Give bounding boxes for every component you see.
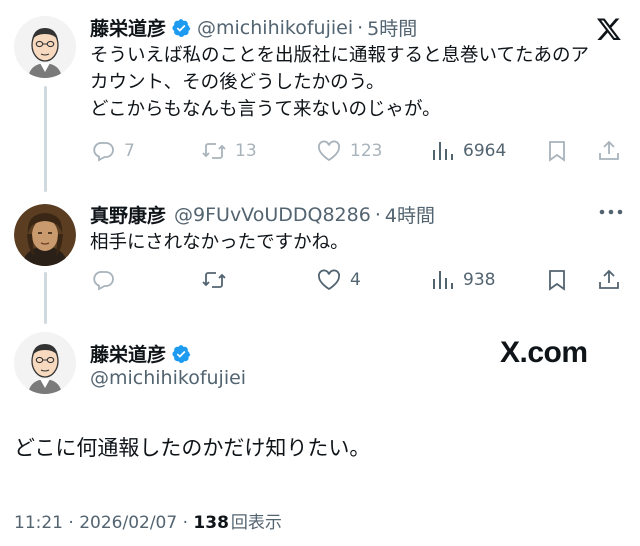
x-com-watermark: X.com <box>500 336 588 370</box>
tweet2-header: 真野康彦 @9FUvVoUDDQ8286 · 4時間 <box>90 201 435 228</box>
bookmark-icon <box>549 270 565 291</box>
tweet2-retweet-button[interactable] <box>201 268 227 292</box>
thread-line-2 <box>44 272 47 324</box>
tweet2-like-count: 4 <box>350 270 361 290</box>
more-options-icon[interactable] <box>598 203 624 221</box>
reply-icon <box>93 271 114 291</box>
tweet1-text: そういえば私のことを出版社に通報すると息巻いてたあのア カウント、その後どうした… <box>90 42 635 123</box>
tweet1-handle[interactable]: @michihikofujiei <box>197 17 353 39</box>
quote-display-name[interactable]: 藤栄道彦 <box>90 340 166 367</box>
tweet2-display-name[interactable]: 真野康彦 <box>90 201 166 228</box>
verified-badge-icon <box>172 18 191 37</box>
tweet2-handle[interactable]: @9FUvVoUDDQ8286 <box>174 204 371 226</box>
tweet2-separator: · <box>374 203 381 226</box>
tweet1-share-button[interactable] <box>597 139 621 163</box>
retweet-icon <box>202 272 226 288</box>
quote-view-label: 回表示 <box>230 513 282 533</box>
quote-handle[interactable]: @michihikofujiei <box>90 367 246 389</box>
tweet2-share-button[interactable] <box>597 268 621 292</box>
share-icon <box>599 269 619 289</box>
avatar-fujiei-main[interactable] <box>14 332 76 394</box>
tweet1-reply-button[interactable]: 7 <box>92 139 135 163</box>
tweet1-time[interactable]: 5時間 <box>367 14 417 41</box>
tweet2-text: 相手にされなかったですかね。 <box>90 232 349 253</box>
x-com-text: X.com <box>500 336 588 369</box>
quote-text: どこに何通報したのかだけ知りたい。 <box>14 436 371 460</box>
tweet2-like-button[interactable]: 4 <box>316 268 361 292</box>
tweet1-reply-count: 7 <box>124 141 135 161</box>
tweet1-line-2: カウント、その後どうしたかのう。 <box>90 72 385 93</box>
x-logo-icon[interactable] <box>596 16 622 42</box>
tweet1-like-count: 123 <box>350 141 383 161</box>
avatar-mano[interactable] <box>14 204 76 266</box>
tweet1-bookmark-button[interactable] <box>546 139 568 163</box>
tweet1-retweet-button[interactable]: 13 <box>201 139 257 163</box>
quote-header: 藤栄道彦 <box>90 340 191 367</box>
thread-line-1 <box>44 86 47 192</box>
tweet1-separator: · <box>357 16 364 39</box>
avatar-fujiei[interactable] <box>14 16 76 78</box>
tweet1-views-count: 6964 <box>463 141 507 161</box>
tweet1-display-name[interactable]: 藤栄道彦 <box>90 14 166 41</box>
quote-meta: 11:21 · 2026/02/07 · 138 回表示 <box>14 508 282 533</box>
tweet1-header: 藤栄道彦 @michihikofujiei · 5時間 <box>90 14 417 41</box>
verified-badge-icon <box>172 344 191 363</box>
views-chart-icon <box>433 271 453 289</box>
reply-icon <box>93 142 114 162</box>
heart-icon <box>318 140 340 162</box>
tweet2-reply-button[interactable] <box>92 268 116 292</box>
heart-icon <box>318 269 340 291</box>
tweet1-retweet-count: 13 <box>235 141 257 161</box>
quote-timestamp[interactable]: 11:21 · 2026/02/07 · <box>14 513 193 533</box>
tweet1-like-button[interactable]: 123 <box>316 139 382 163</box>
tweet2-time[interactable]: 4時間 <box>385 201 435 228</box>
bookmark-icon <box>549 141 565 162</box>
tweet2-views-button[interactable]: 938 <box>431 268 495 292</box>
quote-view-count: 138 <box>193 513 229 533</box>
retweet-icon <box>202 143 226 159</box>
tweet1-line-1: そういえば私のことを出版社に通報すると息巻いてたあのア <box>90 45 589 66</box>
tweet1-views-button[interactable]: 6964 <box>431 139 506 163</box>
tweet2-bookmark-button[interactable] <box>546 268 568 292</box>
tweet1-line-3: どこからもなんも言うて来ないのじゃが。 <box>90 99 441 120</box>
views-chart-icon <box>433 142 453 160</box>
share-icon <box>599 140 619 160</box>
tweet2-views-count: 938 <box>463 270 496 290</box>
